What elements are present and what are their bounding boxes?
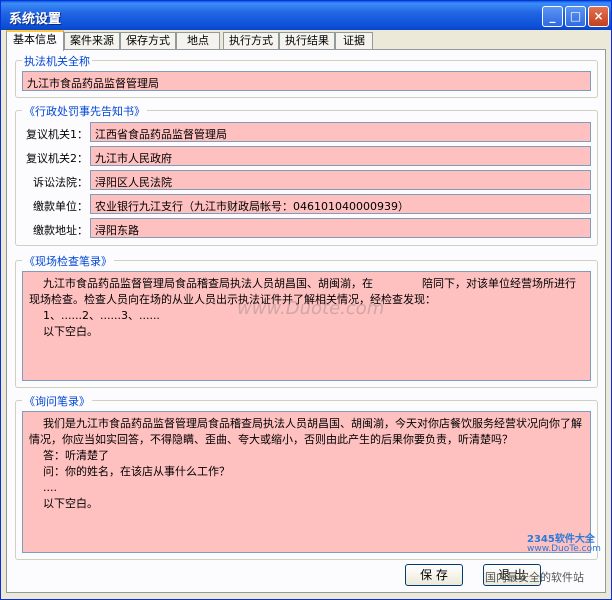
inquiry-line: 我们是九江市食品药品监督管理局食品稽查局执法人员胡昌国、胡闽湔，今天对你店餐饮服… (29, 417, 582, 446)
window-title: 系统设置 (9, 12, 62, 27)
notice-group-label: 《行政处罚事先告知书》 (22, 103, 147, 119)
payment-address-field[interactable]: 浔阳东路 (90, 218, 591, 238)
tab-panel: 执法机关全称 九江市食品药品监督管理局 《行政处罚事先告知书》 复议机关1： 江… (6, 49, 606, 593)
review-agency-1-field[interactable]: 江西省食品药品监督管理局 (90, 122, 591, 142)
inquiry-line: 以下空白。 (29, 497, 98, 510)
brand-url-watermark: www.DuoTe.com (527, 544, 601, 554)
tab-evidence[interactable]: 证据 (335, 32, 373, 50)
inspection-group: 《现场检查笔录》 九江市食品药品监督管理局食品稽查局执法人员胡昌国、胡闽湔，在 … (15, 253, 598, 388)
brand-slogan-watermark: 国内最安全的软件站 (485, 571, 584, 584)
inspection-record-textarea[interactable]: 九江市食品药品监督管理局食品稽查局执法人员胡昌国、胡闽湔，在 陪同下，对该单位经… (22, 271, 591, 381)
center-watermark: www.Duote.com (237, 298, 385, 319)
inquiry-group-label: 《询问笔录》 (22, 393, 92, 409)
tab-case-source[interactable]: 案件来源 (64, 32, 120, 50)
title-bar[interactable]: 系统设置 _ □ × (1, 1, 611, 30)
payment-address-label: 缴款地址： (33, 224, 88, 237)
agency-group: 执法机关全称 九江市食品药品监督管理局 (15, 53, 598, 98)
payee-field[interactable]: 农业银行九江支行（九江市财政局帐号：046101040000939） (90, 194, 591, 214)
review-agency-2-label: 复议机关2： (26, 152, 88, 165)
tab-basic-info[interactable]: 基本信息 (6, 30, 64, 51)
tab-exec-result[interactable]: 执行结果 (279, 32, 335, 50)
inquiry-line: .... (29, 481, 57, 494)
inquiry-record-textarea[interactable]: 我们是九江市食品药品监督管理局食品稽查局执法人员胡昌国、胡闽湔，今天对你店餐饮服… (22, 411, 591, 553)
save-button[interactable]: 保 存 (405, 564, 463, 586)
inspection-group-label: 《现场检查笔录》 (22, 253, 114, 269)
inquiry-line: 答：听清楚了 (29, 449, 109, 462)
inquiry-line: 问：你的姓名，在该店从事什么工作？ (29, 465, 230, 478)
inspection-line: 以下空白。 (29, 325, 98, 338)
brand-watermark: 2345软件大全 (527, 534, 595, 545)
court-label: 诉讼法院： (33, 176, 88, 189)
review-agency-1-label: 复议机关1： (26, 128, 88, 141)
tab-exec-method[interactable]: 执行方式 (223, 32, 279, 50)
settings-window: 系统设置 _ □ × 基本信息 案件来源 保存方式 地点 执行方式 执行结果 证… (0, 0, 612, 600)
agency-name-field[interactable]: 九江市食品药品监督管理局 (22, 71, 591, 91)
minimize-button[interactable]: _ (542, 6, 563, 27)
agency-group-label: 执法机关全称 (22, 53, 92, 69)
close-button[interactable]: × (588, 6, 609, 27)
notice-group: 《行政处罚事先告知书》 复议机关1： 江西省食品药品监督管理局 复议机关2： 九… (15, 103, 598, 246)
payee-label: 缴款单位： (33, 200, 88, 213)
tab-location[interactable]: 地点 (176, 32, 220, 50)
inquiry-group: 《询问笔录》 我们是九江市食品药品监督管理局食品稽查局执法人员胡昌国、胡闽湔，今… (15, 393, 598, 560)
tab-save-method[interactable]: 保存方式 (120, 32, 176, 50)
review-agency-2-field[interactable]: 九江市人民政府 (90, 146, 591, 166)
court-field[interactable]: 浔阳区人民法院 (90, 170, 591, 190)
maximize-button[interactable]: □ (565, 6, 586, 27)
